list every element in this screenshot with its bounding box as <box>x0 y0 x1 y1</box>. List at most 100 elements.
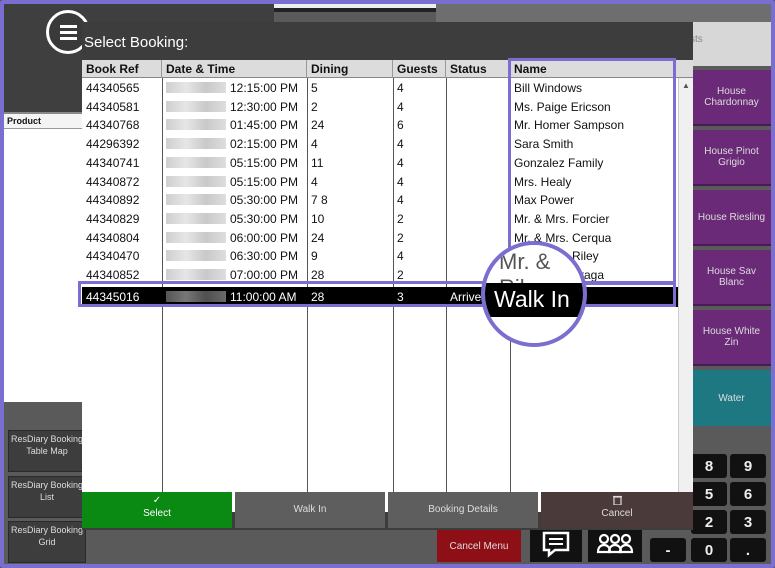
booking-row[interactable]: 44340741 05:15:00 PM 11 4 Gonzalez Family <box>82 153 678 172</box>
cell-dining: 24 <box>311 118 325 133</box>
cell-guests: 4 <box>397 99 404 114</box>
redacted-date <box>166 138 226 150</box>
column-header-name[interactable]: Name <box>510 60 678 78</box>
product-tile-house-white-zin[interactable]: House White Zin <box>692 310 771 366</box>
cell-name: Gonzalez Family <box>514 155 604 170</box>
column-header-status[interactable]: Status <box>446 60 510 78</box>
select-button[interactable]: ✓ Select <box>82 492 232 528</box>
tile-label: House White Zin <box>702 326 761 348</box>
cell-time: 12:30:00 PM <box>162 97 307 116</box>
cell-time: 11:00:00 AM <box>162 287 307 306</box>
cell-ref: 44340741 <box>86 155 140 170</box>
cell-time: 06:30:00 PM <box>162 246 307 265</box>
booking-row[interactable]: 44340565 12:15:00 PM 5 4 Bill Windows <box>82 78 678 97</box>
cell-status <box>446 190 510 209</box>
cell-ref: 44296392 <box>86 137 140 152</box>
resdiary-table-map-button[interactable]: ResDiary Booking Table Map <box>8 430 86 472</box>
booking-row[interactable]: 44340804 06:00:00 PM 24 2 Mr. & Mrs. Cerqua <box>82 228 678 247</box>
booking-row[interactable]: 4434047006:30:00 PM94Mr. & Mrs. Riley <box>82 246 678 265</box>
keypad-3[interactable]: 3 <box>730 510 766 534</box>
redacted-date <box>166 100 226 112</box>
column-header-date-time[interactable]: Date & Time <box>162 60 307 78</box>
message-icon[interactable] <box>530 526 582 562</box>
booking-row[interactable]: 44340768 01:45:00 PM 24 6 Mr. Homer Sampson <box>82 115 678 134</box>
cell-ref: 44340829 <box>86 211 140 226</box>
resdiary-booking-grid-button[interactable]: ResDiary Booking Grid <box>8 521 86 563</box>
cell-dining: 28 <box>311 289 325 304</box>
cell-name: Ms. Paige Ericson <box>514 99 611 114</box>
cell-guests: 4 <box>397 249 404 264</box>
cell-status <box>446 153 510 172</box>
cell-guests: 4 <box>397 137 404 152</box>
cell-dining: 10 <box>311 211 325 226</box>
tile-label: House Pinot Grigio <box>704 146 759 168</box>
cell-time-text: 12:15:00 PM <box>230 81 299 95</box>
cell-dining: 11 <box>311 155 324 170</box>
booking-row[interactable]: 44340829 05:30:00 PM 10 2 Mr. & Mrs. Forcier <box>82 209 678 228</box>
cell-dining: 7 8 <box>311 193 328 208</box>
cell-ref: 44340581 <box>86 99 140 114</box>
cell-time: 07:00:00 PM <box>162 265 307 284</box>
booking-details-button[interactable]: Booking Details <box>388 492 538 528</box>
redacted-date <box>166 290 226 302</box>
product-tile-house-pinot-grigio[interactable]: House Pinot Grigio <box>692 130 771 186</box>
cell-guests: 6 <box>397 118 404 133</box>
guests-group-icon[interactable] <box>588 526 642 562</box>
keypad-minus[interactable]: - <box>650 538 686 562</box>
cell-status <box>446 172 510 191</box>
keypad-0[interactable]: 0 <box>691 538 727 562</box>
booking-row[interactable]: 44340872 05:15:00 PM 4 4 Mrs. Healy <box>82 172 678 191</box>
side-button-label: ResDiary Booking Grid <box>10 525 84 547</box>
cell-dining: 5 <box>311 81 318 95</box>
column-header-book-ref[interactable]: Book Ref <box>82 60 162 78</box>
product-tile-house-sav-blanc[interactable]: House Sav Blanc <box>692 250 771 306</box>
booking-row[interactable]: 44340581 12:30:00 PM 2 4 Ms. Paige Ericson <box>82 97 678 116</box>
product-header: Product <box>4 114 82 129</box>
cell-guests: 4 <box>397 174 404 189</box>
cell-time-text: 02:15:00 PM <box>230 137 299 152</box>
column-header-guests[interactable]: Guests <box>393 60 446 78</box>
cancel-menu-button[interactable]: Cancel Menu <box>437 530 521 562</box>
booking-row-selected[interactable]: 4434501611:00:00 AM283ArriveWalk In <box>82 286 678 307</box>
redacted-date <box>166 250 226 262</box>
checkmark-icon: ✓ <box>152 495 162 506</box>
redacted-date <box>166 175 226 187</box>
guests-tile[interactable]: sts <box>688 22 771 66</box>
product-tile-water[interactable]: Water <box>692 370 771 426</box>
scroll-up-icon[interactable]: ▲ <box>679 79 693 93</box>
cell-status <box>446 228 510 247</box>
keypad-2[interactable]: 2 <box>691 510 727 534</box>
select-booking-dialog: Select Booking: Book Ref Date & Time Din… <box>82 22 693 530</box>
cancel-button[interactable]: Cancel <box>541 492 693 528</box>
keypad-9[interactable]: 9 <box>730 454 766 478</box>
resdiary-booking-list-button[interactable]: ResDiary Booking List <box>8 476 86 518</box>
product-tile-house-riesling[interactable]: House Riesling <box>692 190 771 246</box>
people-icon-glyph <box>596 533 634 554</box>
booking-list[interactable]: Book Ref Date & Time Dining Guests Statu… <box>82 60 693 512</box>
cell-status <box>446 115 510 134</box>
magnifier-top-text: Mr. & Riley <box>485 245 583 300</box>
booking-row[interactable]: 44296392 02:15:00 PM 4 4 Sara Smith <box>82 134 678 153</box>
cell-dining: 28 <box>311 268 325 282</box>
cell-ref: 44340768 <box>86 118 140 133</box>
walk-in-button[interactable]: Walk In <box>235 492 385 528</box>
keypad-5[interactable]: 5 <box>691 482 727 506</box>
walk-in-button-label: Walk In <box>293 504 327 515</box>
cell-guests: 2 <box>397 211 404 226</box>
keypad-8[interactable]: 8 <box>691 454 727 478</box>
cell-time-text: 06:30:00 PM <box>230 249 299 264</box>
cell-status <box>446 209 510 228</box>
cell-status <box>446 78 510 97</box>
booking-row[interactable]: 44340892 05:30:00 PM 7 8 4 Max Power <box>82 190 678 209</box>
product-tile-house-chardonnay[interactable]: House Chardonnay <box>692 70 771 126</box>
keypad-dot[interactable]: . <box>730 538 766 562</box>
cell-time: 02:15:00 PM <box>162 134 307 153</box>
cancel-menu-label: Cancel Menu <box>449 540 509 552</box>
cell-time: 12:15:00 PM <box>162 78 307 97</box>
cell-guests: 3 <box>397 289 404 304</box>
booking-row[interactable]: 4434085207:00:00 PM282Mr. & Mrs. Braga <box>82 265 678 284</box>
keypad-6[interactable]: 6 <box>730 482 766 506</box>
booking-list-scrollbar[interactable]: ▲ ▼ <box>678 78 693 512</box>
magnifier-blank <box>485 317 583 343</box>
column-header-dining[interactable]: Dining <box>307 60 393 78</box>
